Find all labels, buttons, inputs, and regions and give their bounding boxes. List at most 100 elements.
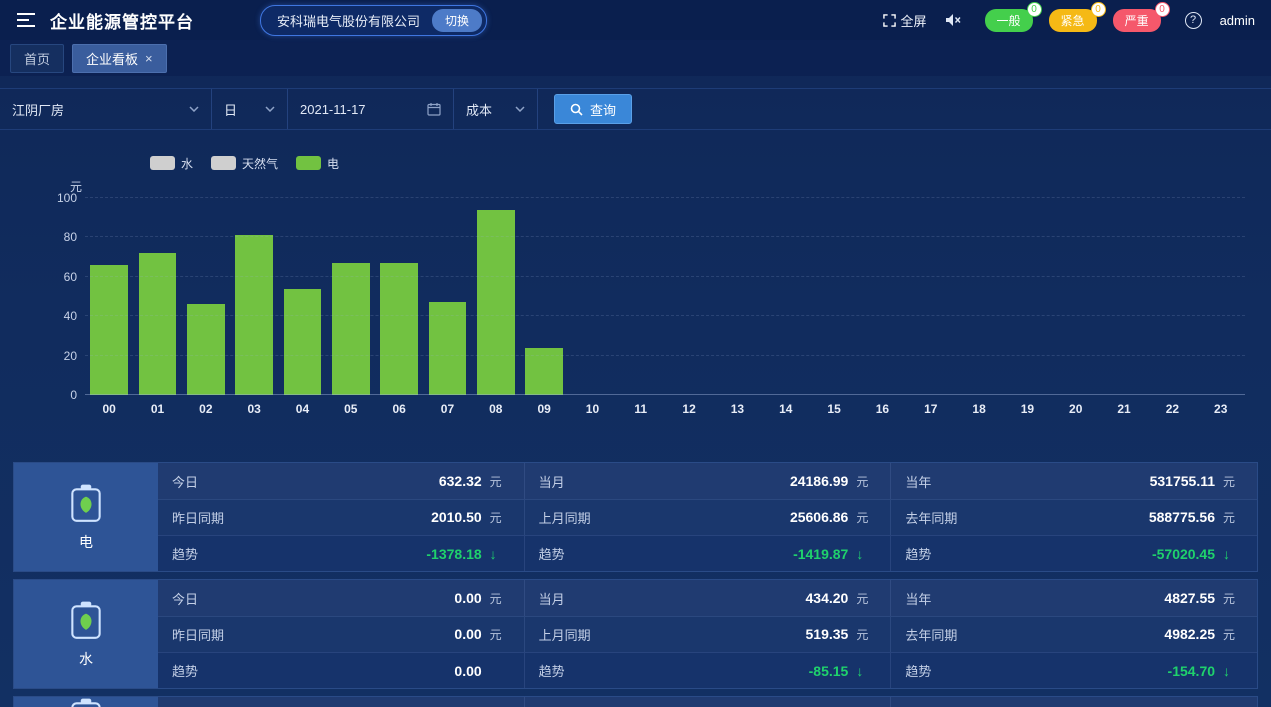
metric-value: 25606.86 [790,509,848,525]
search-icon [570,103,583,116]
energy-leaf-icon [68,697,104,707]
gridline [85,276,1245,277]
unit-label: 元 [1223,509,1243,526]
calendar-icon [427,102,441,116]
alarm-normal-button[interactable]: 一般 0 [985,9,1033,32]
x-labels: 0001020304050607080910111213141516171819… [85,402,1245,416]
company-name: 安科瑞电气股份有限公司 [277,11,420,30]
metric-cell: 当年4827.55元 [890,580,1257,616]
metric-value-group: 519.35元 [806,626,877,643]
metric-cell: 上月同期 519.35元 [524,617,891,652]
x-tick-label: 11 [617,402,665,416]
legend-item-water[interactable]: 水 [150,155,193,172]
metric-value: 24186.99 [790,473,848,489]
chevron-down-icon [515,106,525,112]
trend-down-arrow: ↓ [856,663,876,679]
table-row: 趋势0.00趋势-85.15↓趋势-154.70↓ [158,652,1257,688]
query-button[interactable]: 查询 [554,94,632,124]
metric-label: 今日 [172,472,198,491]
bar-04 [284,289,322,395]
metric-value-group: 4982.25元 [1164,626,1243,643]
table-row: 今日632.32元当月24186.99元当年531755.11元 [158,463,1257,499]
legend-label-water: 水 [181,155,193,172]
fullscreen-button[interactable]: 全屏 [883,11,927,30]
bar-slot-17 [907,198,955,395]
gridline [85,315,1245,316]
trend-down-arrow: ↓ [856,546,876,562]
x-tick-label: 16 [858,402,906,416]
alarm-urgent-button[interactable]: 紧急 0 [1049,9,1097,32]
metric-cell: 趋势-85.15↓ [524,653,891,688]
card-rows: 今日0.00元当月3625.58元当年45173.59元 [158,697,1257,707]
energy-leaf-icon [68,600,104,642]
metric-label: 趋势 [172,661,198,680]
metric-value-group: -57020.45↓ [1152,546,1243,562]
y-tick-label: 80 [41,230,77,244]
alarm-urgent-count-badge: 0 [1091,2,1106,17]
bar-slot-12 [665,198,713,395]
bar-slot-20 [1052,198,1100,395]
legend-swatch-gas [211,156,236,170]
bar-slot-21 [1100,198,1148,395]
metric-label: 上月同期 [539,625,591,644]
metric-cell: 趋势-1378.18↓ [158,536,524,571]
bar-00 [90,265,128,395]
bar-slot-16 [858,198,906,395]
bar-slot-23 [1197,198,1245,395]
metric-select[interactable]: 成本 [454,89,538,129]
bar-slot-11 [617,198,665,395]
alarm-critical-button[interactable]: 严重 0 [1113,9,1161,32]
site-select[interactable]: 江阴厂房 [0,89,212,129]
x-tick-label: 17 [907,402,955,416]
metric-value-group: 25606.86元 [790,509,876,526]
tab-close-icon[interactable]: × [145,52,153,65]
energy-card-水: 水今日0.00元当月434.20元当年4827.55元昨日同期0.00元上月同期… [13,579,1258,689]
energy-icon-block: 电 [14,463,158,571]
user-menu[interactable]: admin [1220,13,1255,28]
legend-item-electricity[interactable]: 电 [296,155,339,172]
table-row: 昨日同期2010.50元上月同期25606.86元去年同期588775.56元 [158,499,1257,535]
table-row: 今日0.00元当月3625.58元当年45173.59元 [158,697,1257,707]
tab-home[interactable]: 首页 [10,44,64,73]
chart-legend: 水 天然气 电 [150,154,1271,172]
energy-name: 电 [79,532,93,552]
energy-icon-block [14,697,158,707]
metric-cell: 去年同期588775.56元 [890,500,1257,535]
menu-icon[interactable] [16,12,36,28]
tab-bar: 首页 企业看板 × [0,40,1271,76]
chevron-down-icon [189,106,199,112]
energy-card-电: 电今日632.32元当月24186.99元当年531755.11元昨日同期201… [13,462,1258,572]
period-select[interactable]: 日 [212,89,288,129]
legend-item-gas[interactable]: 天然气 [211,155,278,172]
tab-enterprise-board[interactable]: 企业看板 × [72,44,167,73]
gridline [85,394,1245,395]
metric-value: 4827.55 [1164,590,1215,606]
metric-cell: 当年531755.11元 [890,463,1257,499]
metric-value-group: 24186.99 元 [790,473,876,490]
metric-label: 去年同期 [905,625,957,644]
metric-cell: 趋势-57020.45↓ [890,536,1257,571]
metric-cell: 当月24186.99元 [524,463,891,499]
date-picker[interactable]: 2021-11-17 [288,89,454,129]
x-tick-label: 10 [568,402,616,416]
bar-slot-18 [955,198,1003,395]
metric-value: 0.00 [454,626,481,642]
x-tick-label: 09 [520,402,568,416]
trend-down-arrow: ↓ [1223,663,1243,679]
help-icon[interactable]: ? [1185,12,1202,29]
bar-slot-09 [520,198,568,395]
switch-company-button[interactable]: 切换 [432,9,482,32]
metric-value-group: 4827.55元 [1164,590,1243,607]
unit-label: 元 [856,473,876,490]
x-tick-label: 23 [1197,402,1245,416]
energy-cards: 电今日632.32元当月24186.99元当年531755.11元昨日同期201… [13,462,1258,707]
metric-label: 趋势 [539,544,565,563]
y-tick-label: 100 [41,191,77,205]
metric-value: 519.35 [806,626,849,642]
metric-value-group: 531755.11元 [1150,473,1243,490]
metric-value: 4982.25 [1164,626,1215,642]
x-tick-label: 08 [472,402,520,416]
mute-button[interactable] [945,13,961,27]
metric-value: 0.00 [454,590,481,606]
unit-label: 元 [490,626,510,643]
